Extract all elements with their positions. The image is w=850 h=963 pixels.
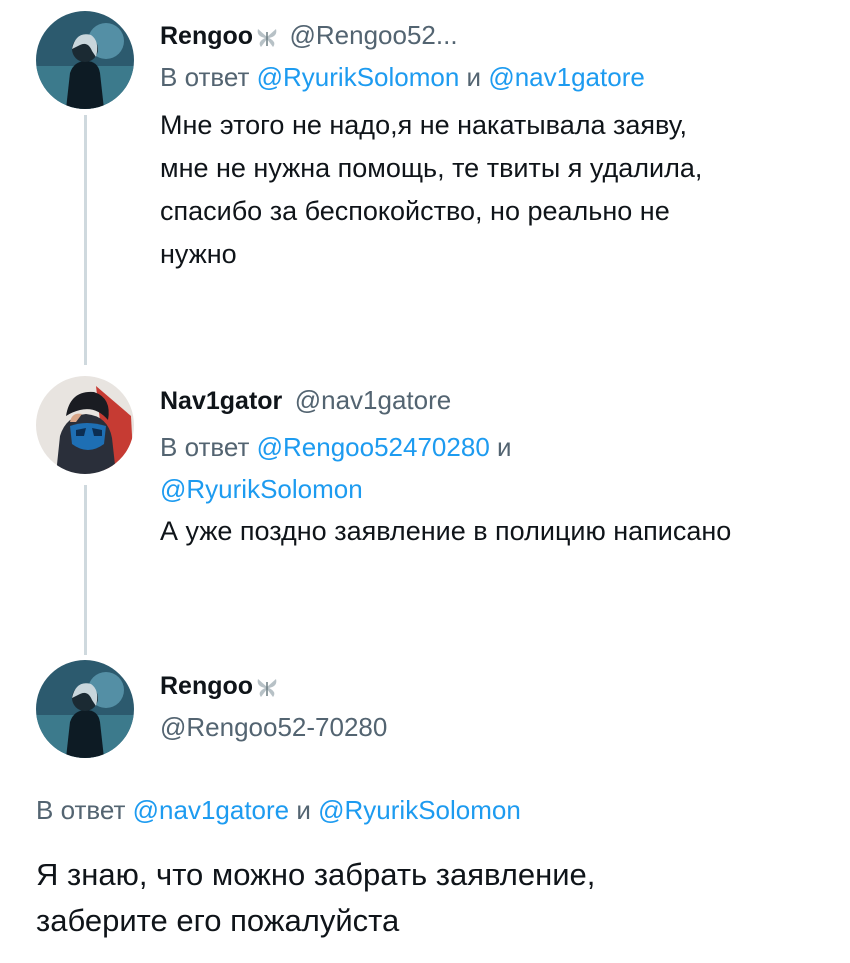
reply-prefix: В ответ	[160, 432, 250, 462]
avatar[interactable]	[36, 660, 134, 758]
tweet-text-line: Мне этого не надо,я не накатывала заяву,	[160, 110, 688, 140]
reply-context: В ответ @Rengoo52470280 и @RyurikSolomon	[160, 426, 512, 510]
mention-link[interactable]: @RyurikSolomon	[318, 795, 521, 825]
thread-connector-line	[84, 115, 87, 365]
tweet-text-line: мне не нужна помощь, те твиты я удалила,	[160, 153, 703, 183]
butterfly-badge-icon	[255, 26, 279, 53]
thread-connector-line	[84, 485, 87, 655]
avatar[interactable]	[36, 376, 134, 474]
reply-conjunction: и	[466, 62, 482, 92]
mention-link[interactable]: @nav1gatore	[133, 795, 290, 825]
reply-context: В ответ @nav1gatore и @RyurikSolomon	[36, 795, 521, 826]
tweet-text-line: заберите его пожалуйста	[36, 903, 400, 938]
tweet-text-line: спасибо за беспокойство, но реально не	[160, 196, 670, 226]
user-handle[interactable]: @nav1gatore	[295, 385, 452, 415]
mention-link[interactable]: @Rengoo52470280	[257, 432, 490, 462]
mention-link[interactable]: @nav1gatore	[488, 62, 645, 92]
mention-link[interactable]: @RyurikSolomon	[160, 474, 363, 504]
tweet-text: Я знаю, что можно забрать заявление, заб…	[36, 852, 595, 944]
reply-prefix: В ответ	[36, 795, 126, 825]
avatar[interactable]	[36, 11, 134, 109]
tweet-text: А уже поздно заявление в полицию написан…	[160, 516, 732, 546]
reply-context: В ответ @RyurikSolomon и @nav1gatore	[160, 62, 645, 93]
reply-prefix: В ответ	[160, 62, 250, 92]
display-name[interactable]: Rengoo	[160, 672, 253, 700]
tweet-text-line: нужно	[160, 239, 237, 269]
tweet-text-line: Я знаю, что можно забрать заявление,	[36, 857, 596, 892]
reply-conjunction: и	[497, 432, 512, 462]
display-name[interactable]: Nav1gator	[160, 387, 282, 415]
butterfly-badge-icon	[255, 676, 279, 703]
display-name[interactable]: Rengoo	[160, 22, 253, 50]
user-handle[interactable]: @Rengoo52-70280	[160, 712, 387, 743]
tweet-header: Rengoo	[160, 672, 279, 703]
tweet-header: Nav1gator @nav1gatore	[160, 385, 451, 416]
user-handle[interactable]: @Rengoo52...	[290, 20, 458, 50]
tweet-header: Rengoo @Rengoo52...	[160, 20, 458, 53]
mention-link[interactable]: @RyurikSolomon	[257, 62, 460, 92]
reply-conjunction: и	[296, 795, 311, 825]
tweet-text: Мне этого не надо,я не накатывала заяву,…	[160, 104, 702, 276]
